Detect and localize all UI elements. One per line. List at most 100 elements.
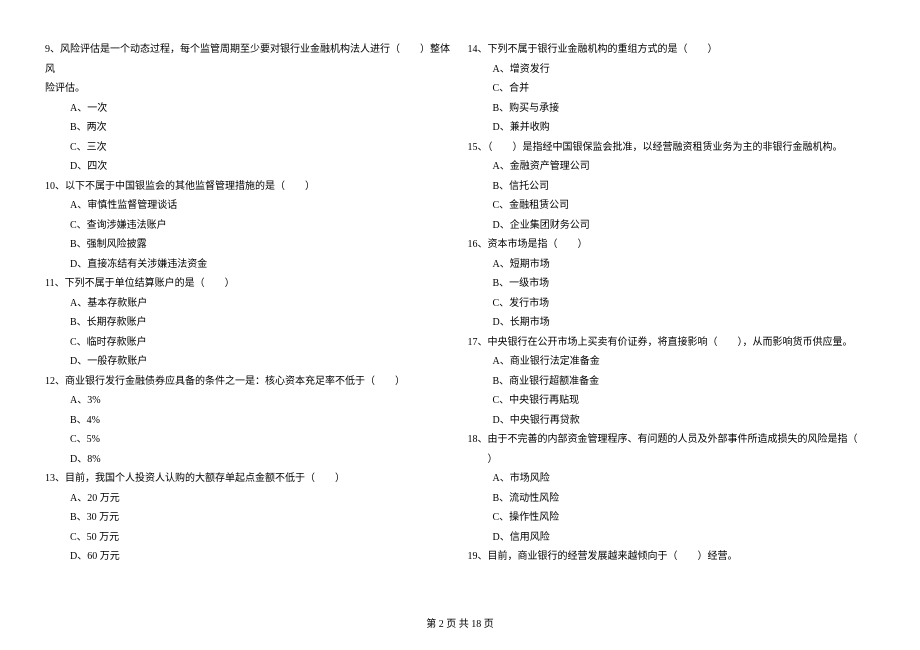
q10-option-b: B、强制风险披露 [70,235,453,255]
q13-pre: 13、目前，我国个人投资人认购的大额存单起点金额不低于（ [45,473,315,484]
q14-blank [688,40,708,60]
q12-post: ） [395,376,405,387]
q10-option-a: A、审慎性监督管理谈话 [70,196,453,216]
q18-post: ） [488,454,498,465]
question-10: 10、以下不属于中国银监会的其他监督管理措施的是（ ） A、审慎性监督管理谈话 … [45,177,453,275]
q14-text: 14、下列不属于银行业金融机构的重组方式的是（ ） [468,40,876,60]
q19-post: ）经营。 [698,551,738,562]
q13-option-d: D、60 万元 [70,547,453,567]
q15-post: ）是指经中国银保监会批准，以经营融资租赁业务为主的非银行金融机构。 [513,142,843,153]
q14-option-d: D、兼并收购 [493,118,876,138]
q9-option-c: C、三次 [70,138,453,158]
q15-option-c: C、金融租赁公司 [493,196,876,216]
q10-post: ） [305,181,315,192]
q10-pre: 10、以下不属于中国银监会的其他监督管理措施的是（ [45,181,285,192]
q12-options: A、3% B、4% C、5% D、8% [45,391,453,469]
left-column: 9、风险评估是一个动态过程，每个监管周期至少要对银行业金融机构法人进行（ ）整体… [45,40,453,567]
q17-option-b: B、商业银行超额准备金 [493,372,876,392]
q9-option-b: B、两次 [70,118,453,138]
q17-option-a: A、商业银行法定准备金 [493,352,876,372]
page-container: 9、风险评估是一个动态过程，每个监管周期至少要对银行业金融机构法人进行（ ）整体… [0,0,920,597]
q11-option-d: D、一般存款账户 [70,352,453,372]
q15-option-b: B、信托公司 [493,177,876,197]
q17-text: 17、中央银行在公开市场上买卖有价证券，将直接影响（ ），从而影响货币供应量。 [468,333,876,353]
q16-option-c: C、发行市场 [493,294,876,314]
q13-text: 13、目前，我国个人投资人认购的大额存单起点金额不低于（ ） [45,469,453,489]
question-17: 17、中央银行在公开市场上买卖有价证券，将直接影响（ ），从而影响货币供应量。 … [468,333,876,431]
q12-option-a: A、3% [70,391,453,411]
q16-option-d: D、长期市场 [493,313,876,333]
q11-pre: 11、下列不属于单位结算账户的是（ [45,278,205,289]
q9-options: A、一次 B、两次 C、三次 D、四次 [45,99,453,177]
q11-option-c: C、临时存款账户 [70,333,453,353]
q16-post: ） [578,239,588,250]
q11-text: 11、下列不属于单位结算账户的是（ ） [45,274,453,294]
q14-option-a: A、增资发行 [493,60,876,80]
q11-post: ） [225,278,235,289]
q9-blank [400,40,420,60]
q18-option-a: A、市场风险 [493,469,876,489]
right-column: 14、下列不属于银行业金融机构的重组方式的是（ ） A、增资发行 C、合并 B、… [468,40,876,567]
q9-option-d: D、四次 [70,157,453,177]
q19-pre: 19、目前，商业银行的经营发展越来越倾向于（ [468,551,678,562]
q11-option-a: A、基本存款账户 [70,294,453,314]
q13-option-b: B、30 万元 [70,508,453,528]
q10-option-d: D、直接冻结有关涉嫌违法资金 [70,255,453,275]
q13-option-c: C、50 万元 [70,528,453,548]
q9-pre: 9、风险评估是一个动态过程，每个监管周期至少要对银行业金融机构法人进行（ [45,44,400,55]
q13-options: A、20 万元 B、30 万元 C、50 万元 D、60 万元 [45,489,453,567]
q9-line2: 险评估。 [45,79,453,99]
page-footer: 第 2 页 共 18 页 [0,615,920,630]
q10-options: A、审慎性监督管理谈话 C、查询涉嫌违法账户 B、强制风险披露 D、直接冻结有关… [45,196,453,274]
question-text-line1: 9、风险评估是一个动态过程，每个监管周期至少要对银行业金融机构法人进行（ ）整体… [45,40,453,79]
q18-blank [468,450,488,470]
q15-pre: 15、（ [468,142,493,153]
q17-options: A、商业银行法定准备金 B、商业银行超额准备金 C、中央银行再贴现 D、中央银行… [468,352,876,430]
question-18: 18、由于不完善的内部资金管理程序、有问题的人员及外部事件所造成损失的风险是指（… [468,430,876,547]
q16-option-b: B、一级市场 [493,274,876,294]
q16-blank [558,235,578,255]
q10-option-c: C、查询涉嫌违法账户 [70,216,453,236]
q17-option-c: C、中央银行再贴现 [493,391,876,411]
q16-text: 16、资本市场是指（ ） [468,235,876,255]
question-15: 15、（ ）是指经中国银保监会批准，以经营融资租赁业务为主的非银行金融机构。 A… [468,138,876,236]
q18-options: A、市场风险 B、流动性风险 C、操作性风险 D、信用风险 [468,469,876,547]
q12-blank [375,372,395,392]
q15-text: 15、（ ）是指经中国银保监会批准，以经营融资租赁业务为主的非银行金融机构。 [468,138,876,158]
q19-blank [678,547,698,567]
q18-option-c: C、操作性风险 [493,508,876,528]
q14-pre: 14、下列不属于银行业金融机构的重组方式的是（ [468,44,688,55]
q14-option-c: C、合并 [493,79,876,99]
q18-option-d: D、信用风险 [493,528,876,548]
q15-option-a: A、金融资产管理公司 [493,157,876,177]
question-12: 12、商业银行发行金融债券应具备的条件之一是：核心资本充足率不低于（ ） A、3… [45,372,453,470]
q11-options: A、基本存款账户 B、长期存款账户 C、临时存款账户 D、一般存款账户 [45,294,453,372]
q18-pre: 18、由于不完善的内部资金管理程序、有问题的人员及外部事件所造成损失的风险是指（ [468,434,858,445]
q12-option-c: C、5% [70,430,453,450]
q14-options: A、增资发行 C、合并 B、购买与承接 D、兼并收购 [468,60,876,138]
q16-option-a: A、短期市场 [493,255,876,275]
question-14: 14、下列不属于银行业金融机构的重组方式的是（ ） A、增资发行 C、合并 B、… [468,40,876,138]
question-19: 19、目前，商业银行的经营发展越来越倾向于（ ）经营。 [468,547,876,567]
q13-option-a: A、20 万元 [70,489,453,509]
q15-blank [493,138,513,158]
q16-options: A、短期市场 B、一级市场 C、发行市场 D、长期市场 [468,255,876,333]
q17-pre: 17、中央银行在公开市场上买卖有价证券，将直接影响（ [468,337,718,348]
q10-text: 10、以下不属于中国银监会的其他监督管理措施的是（ ） [45,177,453,197]
q13-post: ） [335,473,345,484]
question-9: 9、风险评估是一个动态过程，每个监管周期至少要对银行业金融机构法人进行（ ）整体… [45,40,453,177]
question-11: 11、下列不属于单位结算账户的是（ ） A、基本存款账户 B、长期存款账户 C、… [45,274,453,372]
q15-option-d: D、企业集团财务公司 [493,216,876,236]
q19-text: 19、目前，商业银行的经营发展越来越倾向于（ ）经营。 [468,547,876,567]
q13-blank [315,469,335,489]
q15-options: A、金融资产管理公司 B、信托公司 C、金融租赁公司 D、企业集团财务公司 [468,157,876,235]
question-13: 13、目前，我国个人投资人认购的大额存单起点金额不低于（ ） A、20 万元 B… [45,469,453,567]
q12-option-b: B、4% [70,411,453,431]
q9-option-a: A、一次 [70,99,453,119]
question-16: 16、资本市场是指（ ） A、短期市场 B、一级市场 C、发行市场 D、长期市场 [468,235,876,333]
q14-option-b: B、购买与承接 [493,99,876,119]
q11-blank [205,274,225,294]
q12-option-d: D、8% [70,450,453,470]
q10-blank [285,177,305,197]
q14-post: ） [708,44,718,55]
